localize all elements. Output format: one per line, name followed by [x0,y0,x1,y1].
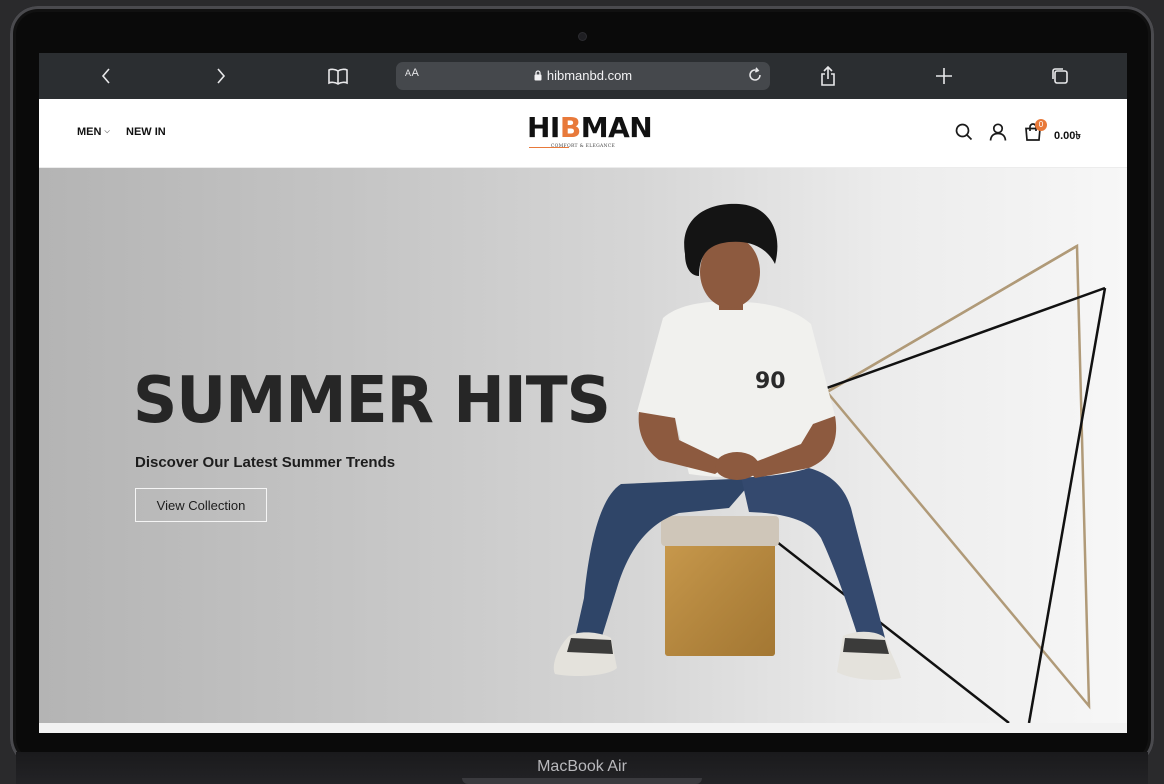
user-icon [989,123,1007,141]
tabs-icon [1052,68,1068,84]
hero-artwork: 90 [553,203,1107,723]
tabs-button[interactable] [1042,61,1078,91]
hero-banner: 90 SUMMER HITS Discover Our Latest Summe… [39,168,1127,723]
site-header: MEN ⌵ NEW IN HIBMAN COMFORT & ELEGANCE 0 … [39,99,1127,168]
chevron-right-icon [217,68,226,84]
site-logo[interactable]: HIBMAN COMFORT & ELEGANCE [527,111,653,155]
address-bar[interactable]: AAAA hibmanbd.com [396,62,770,90]
screen: AAAA hibmanbd.com MEN⌵ NEW IN [39,53,1127,733]
account-button[interactable] [989,123,1007,145]
search-icon [955,123,973,141]
gold-triangle-edge [826,244,1078,394]
plus-icon [936,68,952,84]
url-display[interactable]: hibmanbd.com [396,68,770,83]
book-icon [328,68,348,85]
logo-wordmark: HIBMAN [527,111,653,144]
black-triangle-edge-right [1027,287,1107,723]
cart-count-badge: 0 [1035,119,1047,131]
cart-button[interactable]: 0 [1024,119,1047,145]
hero-subtitle: Discover Our Latest Summer Trends [135,454,396,471]
webcam [579,33,586,40]
url-text: hibmanbd.com [546,68,633,83]
chevron-left-icon [101,68,110,84]
nav-new-in[interactable]: NEW IN [126,126,166,138]
stool-cushion [661,516,779,546]
page-bottom-strip [39,723,1127,733]
nav-men[interactable]: MEN ⌵ [77,126,110,138]
browser-toolbar: AAAA hibmanbd.com [39,53,1127,99]
nav-new-in-label: NEW IN [126,126,166,138]
new-tab-button[interactable] [926,61,962,91]
cart-total[interactable]: 0.00৳ [1054,127,1081,146]
bookmarks-button[interactable] [320,61,356,91]
chevron-down-icon: ⌵ [104,128,110,135]
back-button[interactable] [88,61,124,91]
lock-icon [534,70,542,81]
laptop-notch [462,778,702,784]
forward-button[interactable] [203,61,239,91]
device-label: MacBook Air [537,758,627,775]
share-button[interactable] [810,61,846,91]
nav-men-label: MEN [77,126,102,138]
reload-icon[interactable] [746,66,764,84]
share-icon [821,65,835,86]
logo-tagline: COMFORT & ELEGANCE [550,144,616,149]
model-figure: 90 [553,203,901,680]
black-triangle-edge-bottom [758,527,1010,723]
tee-print: 90 [755,369,786,394]
clasped-hands [715,452,759,480]
hero-title: SUMMER HITS [133,364,611,438]
view-collection-button[interactable]: View Collection [135,488,267,522]
black-triangle-edge-top [798,286,1106,400]
search-button[interactable] [955,123,973,145]
